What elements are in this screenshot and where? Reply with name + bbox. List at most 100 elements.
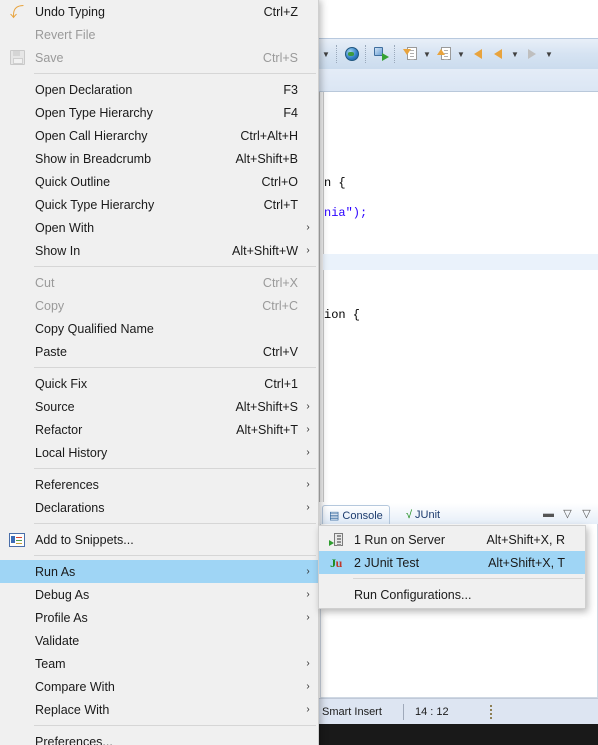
menu-item-compare-with[interactable]: Compare With › bbox=[0, 675, 318, 698]
toolbar-separator bbox=[336, 45, 339, 63]
globe-icon[interactable] bbox=[343, 45, 361, 63]
screenshot-root: 🔑 ▼ ▼ ▼ ▼ ▼ bbox=[0, 0, 598, 745]
junit-icon: Ju bbox=[319, 551, 353, 574]
chevron-down-icon[interactable]: ▼ bbox=[543, 45, 555, 63]
menu-item-declarations[interactable]: Declarations › bbox=[0, 496, 318, 519]
submenu-arrow-icon: › bbox=[306, 704, 310, 715]
tab-console[interactable]: ▤ Console bbox=[322, 505, 390, 525]
menu-item-open-with[interactable]: Open With › bbox=[0, 216, 318, 239]
code-line: ion { bbox=[324, 308, 361, 322]
menu-item-label: 1 Run on Server bbox=[354, 532, 446, 547]
minimize-icon[interactable]: ▬ bbox=[541, 506, 556, 521]
menu-item-preferences[interactable]: Preferences... bbox=[0, 730, 318, 745]
menu-item-open-declaration[interactable]: Open Declaration F3 bbox=[0, 78, 318, 101]
menu-item-2-junit-test[interactable]: Ju 2 JUnit Test Alt+Shift+X, T bbox=[319, 551, 585, 574]
menu-item-run-configurations[interactable]: Run Configurations... bbox=[319, 583, 585, 606]
menu-item-label: Profile As bbox=[35, 610, 88, 625]
last-edit-location-icon[interactable] bbox=[469, 45, 487, 63]
menu-item-run-as[interactable]: Run As › bbox=[0, 560, 318, 583]
menu-item-debug-as[interactable]: Debug As › bbox=[0, 583, 318, 606]
menu-item-show-in[interactable]: Show In Alt+Shift+W › bbox=[0, 239, 318, 262]
menu-item-label: Revert File bbox=[35, 27, 96, 42]
chevron-down-icon[interactable]: ▼ bbox=[320, 45, 332, 63]
menu-item-icon-slot bbox=[0, 271, 34, 294]
menu-item-label: Quick Outline bbox=[35, 174, 111, 189]
menu-item-icon-slot bbox=[0, 216, 34, 239]
back-icon[interactable] bbox=[489, 45, 507, 63]
menu-item-shortcut: Ctrl+Alt+H bbox=[240, 128, 298, 143]
submenu-arrow-icon: › bbox=[306, 589, 310, 600]
menu-item-shortcut: Ctrl+O bbox=[261, 174, 298, 189]
menu-item-local-history[interactable]: Local History › bbox=[0, 441, 318, 464]
forward-icon[interactable] bbox=[523, 45, 541, 63]
chevron-down-icon[interactable]: ▼ bbox=[509, 45, 521, 63]
menu-item-shortcut: Alt+Shift+S bbox=[235, 399, 298, 414]
server-icon bbox=[329, 532, 343, 547]
junit-icon: √ bbox=[406, 508, 413, 521]
run-as-submenu[interactable]: 1 Run on Server Alt+Shift+X, R Ju 2 JUnit T… bbox=[318, 525, 586, 609]
submenu-arrow-icon: › bbox=[306, 447, 310, 458]
menu-item-shortcut: Ctrl+V bbox=[262, 344, 298, 359]
submenu-arrow-icon: › bbox=[306, 424, 310, 435]
menu-item-paste[interactable]: Paste Ctrl+V bbox=[0, 340, 318, 363]
status-drag-handle[interactable] bbox=[490, 705, 493, 719]
next-annotation-icon[interactable] bbox=[401, 45, 419, 63]
chevron-down-icon[interactable]: ▼ bbox=[421, 45, 433, 63]
menu-item-show-in-breadcrumb[interactable]: Show in Breadcrumb Alt+Shift+B bbox=[0, 147, 318, 170]
submenu-arrow-icon: › bbox=[306, 502, 310, 513]
menu-item-icon-slot bbox=[0, 340, 34, 363]
run-icon[interactable] bbox=[372, 45, 390, 63]
menu-item-source[interactable]: Source Alt+Shift+S › bbox=[0, 395, 318, 418]
menu-item-label: Refactor bbox=[35, 422, 83, 437]
code-line: n { bbox=[324, 176, 346, 190]
menu-item-replace-with[interactable]: Replace With › bbox=[0, 698, 318, 721]
menu-item-add-to-snippets[interactable]: Add to Snippets... bbox=[0, 528, 318, 551]
undo-icon: ⤵ bbox=[10, 3, 24, 20]
menu-item-open-type-hierarchy[interactable]: Open Type Hierarchy F4 bbox=[0, 101, 318, 124]
menu-item-profile-as[interactable]: Profile As › bbox=[0, 606, 318, 629]
previous-annotation-icon[interactable] bbox=[435, 45, 453, 63]
menu-separator bbox=[34, 73, 316, 74]
editor-context-menu[interactable]: ⤵ Undo Typing Ctrl+Z Revert File Save Ctrl+S O… bbox=[0, 0, 319, 745]
menu-separator bbox=[34, 468, 316, 469]
toolbar-separator bbox=[365, 45, 368, 63]
status-divider bbox=[403, 704, 404, 720]
menu-item-label: Quick Fix bbox=[35, 376, 88, 391]
tab-junit[interactable]: √ JUnit bbox=[400, 505, 446, 524]
menu-item-label: Declarations bbox=[35, 500, 105, 515]
menu-item-save: Save Ctrl+S bbox=[0, 46, 318, 69]
menu-item-refactor[interactable]: Refactor Alt+Shift+T › bbox=[0, 418, 318, 441]
editor-left-rule bbox=[319, 92, 320, 502]
menu-item-revert-file: Revert File bbox=[0, 23, 318, 46]
menu-item-icon-slot bbox=[0, 23, 34, 46]
menu-item-undo-typing[interactable]: ⤵ Undo Typing Ctrl+Z bbox=[0, 0, 318, 23]
menu-item-icon-slot bbox=[0, 730, 34, 745]
menu-item-1-run-on-server[interactable]: 1 Run on Server Alt+Shift+X, R bbox=[319, 528, 585, 551]
menu-item-open-call-hierarchy[interactable]: Open Call Hierarchy Ctrl+Alt+H bbox=[0, 124, 318, 147]
menu-item-quick-outline[interactable]: Quick Outline Ctrl+O bbox=[0, 170, 318, 193]
menu-item-icon-slot bbox=[0, 496, 34, 519]
menu-item-shortcut: Alt+Shift+B bbox=[235, 151, 298, 166]
menu-item-copy-qualified-name[interactable]: Copy Qualified Name bbox=[0, 317, 318, 340]
menu-item-shortcut: F4 bbox=[283, 105, 298, 120]
menu-item-quick-fix[interactable]: Quick Fix Ctrl+1 bbox=[0, 372, 318, 395]
menu-item-team[interactable]: Team › bbox=[0, 652, 318, 675]
menu-item-icon-slot bbox=[0, 294, 34, 317]
menu-item-shortcut: Alt+Shift+T bbox=[236, 422, 298, 437]
pin-icon[interactable]: ▽ bbox=[560, 506, 575, 521]
view-menu-icon[interactable]: ▽ bbox=[579, 506, 594, 521]
code-line: nia"); bbox=[324, 206, 367, 220]
submenu-arrow-icon: › bbox=[306, 401, 310, 412]
chevron-down-icon[interactable]: ▼ bbox=[455, 45, 467, 63]
submenu-arrow-icon: › bbox=[306, 612, 310, 623]
menu-item-quick-type-hierarchy[interactable]: Quick Type Hierarchy Ctrl+T bbox=[0, 193, 318, 216]
menu-item-icon-slot bbox=[0, 418, 34, 441]
menu-item-label: Undo Typing bbox=[35, 4, 105, 19]
menu-item-label: Paste bbox=[35, 344, 67, 359]
menu-item-icon-slot bbox=[0, 629, 34, 652]
server-icon bbox=[319, 528, 353, 551]
submenu-arrow-icon: › bbox=[306, 479, 310, 490]
menu-separator bbox=[34, 555, 316, 556]
menu-item-references[interactable]: References › bbox=[0, 473, 318, 496]
menu-item-validate[interactable]: Validate bbox=[0, 629, 318, 652]
